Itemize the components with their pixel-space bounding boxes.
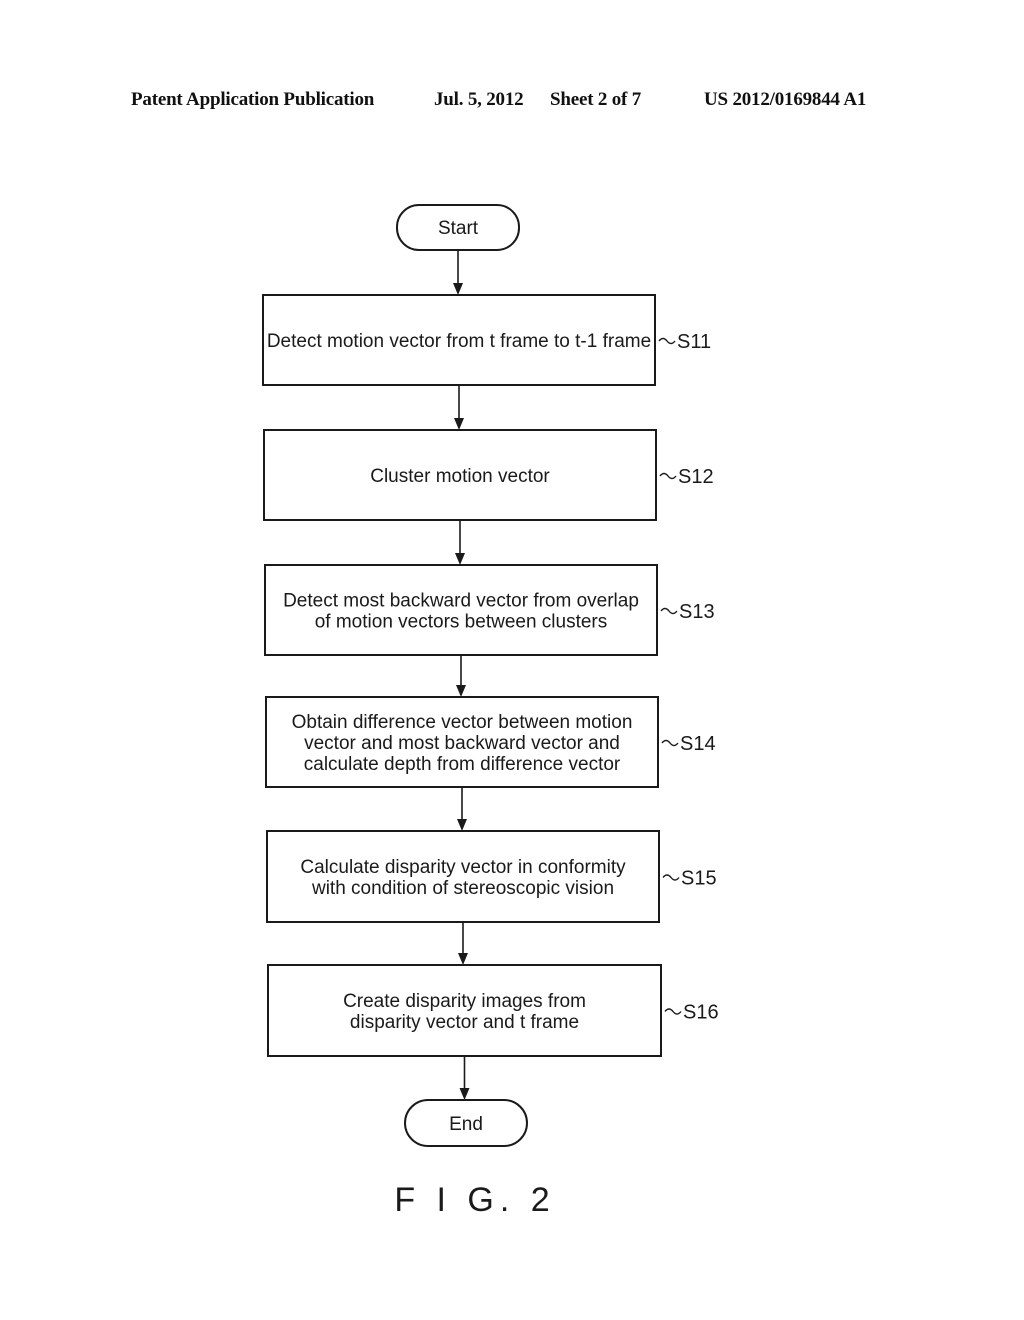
step-text-line: of motion vectors between clusters (315, 612, 608, 633)
arrow-s11-to-next (454, 385, 464, 430)
step-text-line: Detect most backward vector from overlap (283, 591, 639, 612)
leader-tilde (662, 874, 680, 881)
step-text-line: Cluster motion vector (370, 466, 550, 487)
arrow-s13-to-next (456, 655, 466, 697)
step-s12: Cluster motion vector S12 (263, 429, 714, 521)
leader-tilde (660, 607, 678, 615)
leader-tilde (661, 739, 679, 747)
process-steps: Detect motion vector from t frame to t-1… (262, 294, 719, 1057)
arrow-s15-to-next (458, 922, 468, 965)
step-text-line: vector and most backward vector and (304, 733, 620, 754)
step-text-line: Detect motion vector from t frame to t-1… (267, 331, 651, 352)
arrow-s14-to-next (457, 787, 467, 831)
step-s16: Create disparity images fromdisparity ve… (267, 964, 719, 1057)
step-id: S16 (683, 1002, 719, 1024)
arrow-s16-to-end (459, 1056, 470, 1100)
leader-tilde (664, 1008, 682, 1015)
flowchart: Start Detect motion vector from t frame … (262, 204, 719, 1219)
step-id: S13 (679, 601, 715, 623)
step-text-line: Obtain difference vector between motion (292, 712, 633, 733)
step-id: S12 (678, 466, 714, 488)
step-id: S15 (681, 868, 717, 890)
step-text-line: Create disparity images from (343, 991, 586, 1012)
figure-label: F I G. 2 (394, 1181, 555, 1219)
step-text-line: Calculate disparity vector in conformity (300, 857, 626, 878)
step-s14: Obtain difference vector between motionv… (265, 696, 716, 788)
step-id: S11 (677, 331, 711, 353)
end-label: End (449, 1114, 483, 1135)
step-text-line: calculate depth from difference vector (304, 754, 621, 775)
end-terminal: End (404, 1099, 528, 1147)
arrow-start-to-s11 (453, 250, 463, 295)
step-s15: Calculate disparity vector in conformity… (266, 830, 717, 923)
step-text-line: with condition of stereoscopic vision (311, 878, 614, 899)
start-terminal: Start (396, 204, 520, 251)
leader-tilde (659, 472, 677, 480)
step-text-line: disparity vector and t frame (350, 1012, 579, 1033)
arrow-s12-to-next (455, 520, 465, 565)
step-s11: Detect motion vector from t frame to t-1… (262, 294, 711, 386)
start-label: Start (438, 218, 479, 239)
step-id: S14 (680, 733, 716, 755)
leader-tilde (658, 337, 676, 345)
step-s13: Detect most backward vector from overlap… (264, 564, 715, 656)
